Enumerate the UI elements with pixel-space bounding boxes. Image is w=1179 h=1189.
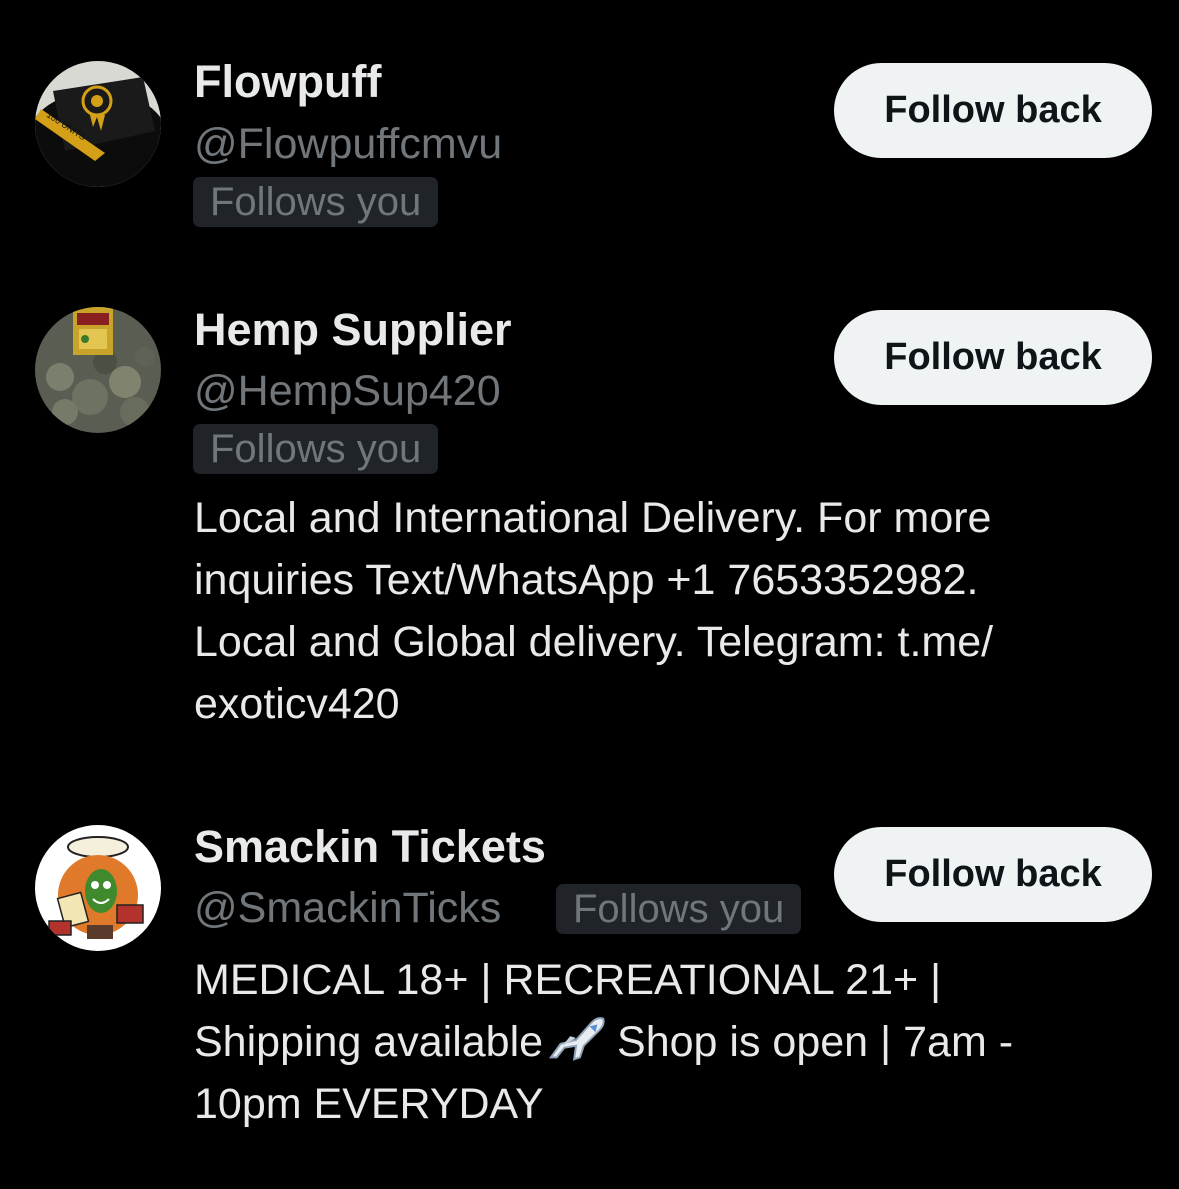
cartoon-character-avatar-icon bbox=[35, 825, 161, 951]
bio-line: 10pm EVERYDAY bbox=[194, 1080, 544, 1128]
display-name[interactable]: Smackin Tickets bbox=[194, 821, 546, 873]
bio-segment: Shipping available bbox=[194, 1018, 544, 1066]
follow-back-button[interactable]: Follow back bbox=[834, 310, 1152, 405]
user-avatar[interactable] bbox=[35, 825, 161, 951]
follows-you-badge: Follows you bbox=[556, 884, 802, 934]
cannabis-jar-avatar-icon bbox=[35, 307, 161, 433]
user-avatar[interactable] bbox=[35, 307, 161, 433]
bio-line: inquiries Text/WhatsApp +1 7653352982. bbox=[194, 556, 979, 604]
user-cell-flowpuff[interactable]: 100 UNITS Flowpuff @Flowpuffcmvu Follows… bbox=[0, 0, 1179, 260]
user-cell-hemp-supplier[interactable]: Hemp Supplier @HempSup420 Follows you Fo… bbox=[0, 260, 1179, 760]
follow-back-button[interactable]: Follow back bbox=[834, 827, 1152, 922]
bio-line: Shipping available Shop is open | 7am - bbox=[194, 1011, 1154, 1073]
dark-box-avatar-icon: 100 UNITS bbox=[35, 61, 161, 187]
user-bio: MEDICAL 18+ | RECREATIONAL 21+ | Shippin… bbox=[194, 949, 1154, 1135]
follow-back-button[interactable]: Follow back bbox=[834, 63, 1152, 158]
bio-line[interactable]: Local and Global delivery. Telegram: t.m… bbox=[194, 611, 1154, 673]
user-bio: Local and International Delivery. For mo… bbox=[194, 487, 1154, 735]
bio-line: Local and International Delivery. For mo… bbox=[194, 494, 992, 542]
display-name[interactable]: Flowpuff bbox=[194, 56, 381, 108]
user-handle[interactable]: @SmackinTicks bbox=[194, 882, 501, 934]
display-name[interactable]: Hemp Supplier bbox=[194, 304, 512, 356]
follows-you-badge: Follows you bbox=[193, 424, 439, 474]
user-cell-smackin-tickets[interactable]: Smackin Tickets @SmackinTicks Follows yo… bbox=[0, 780, 1179, 1189]
bio-line[interactable]: exoticv420 bbox=[194, 673, 1154, 735]
user-handle[interactable]: @HempSup420 bbox=[194, 365, 501, 417]
user-handle[interactable]: @Flowpuffcmvu bbox=[194, 118, 502, 170]
bio-line: MEDICAL 18+ | RECREATIONAL 21+ | bbox=[194, 956, 942, 1004]
user-avatar[interactable]: 100 UNITS bbox=[35, 61, 161, 187]
bio-segment: Shop is open | 7am - bbox=[617, 1018, 1014, 1066]
airplane-icon bbox=[549, 1017, 605, 1061]
follows-you-badge: Follows you bbox=[193, 177, 439, 227]
